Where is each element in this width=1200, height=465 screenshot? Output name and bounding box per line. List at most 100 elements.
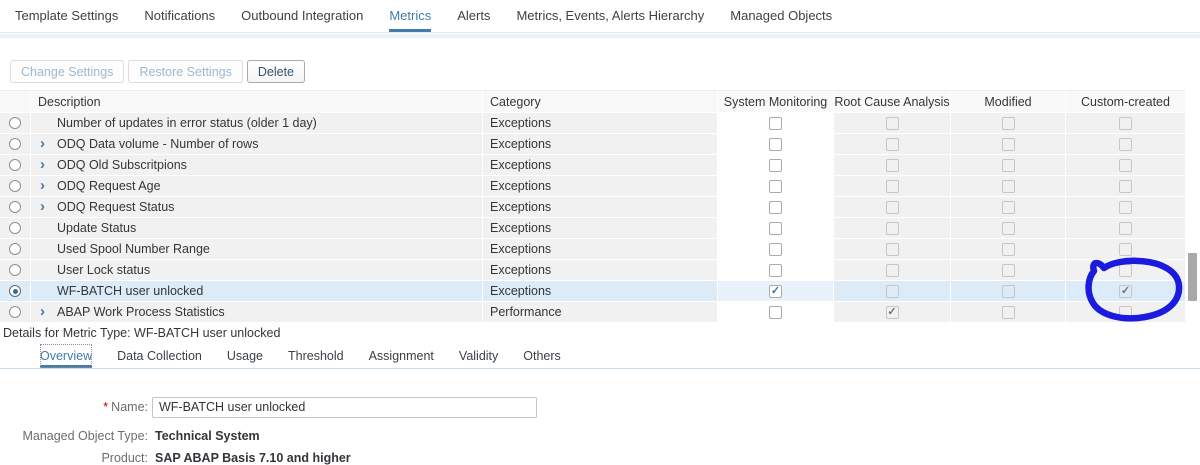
header-root-cause-analysis[interactable]: Root Cause Analysis [834,90,950,112]
category-cell: Exceptions [483,260,717,280]
row-select-cell [0,239,30,259]
expand-chevron-icon[interactable]: › [40,303,45,321]
row-radio-button[interactable] [9,138,21,150]
root-cause-analysis-checkbox [885,200,899,214]
custom-created-checkbox [1119,200,1132,214]
system-monitoring-checkbox[interactable] [769,242,782,256]
category-cell: Exceptions [483,113,717,133]
description-cell: › ODQ Request Age [31,176,482,196]
row-select-cell [0,302,30,322]
details-tab-assignment[interactable]: Assignment [369,344,434,368]
system-monitoring-checkbox[interactable] [769,263,782,277]
expand-chevron-icon[interactable]: › [40,177,45,195]
table-row[interactable]: Number of updates in error status (older… [0,113,1185,133]
row-radio-button[interactable] [9,222,21,234]
category-cell: Performance [483,302,717,322]
header-system-monitoring[interactable]: System Monitoring [718,90,833,112]
managed-object-type-label: Managed Object Type: [22,428,148,443]
modified-checkbox [1001,158,1015,172]
top-tab-metrics[interactable]: Metrics [389,0,432,32]
header-description[interactable]: Description [31,90,482,112]
row-radio-button[interactable] [9,117,21,129]
table-scrollbar[interactable] [1186,90,1200,322]
restore-settings-button[interactable]: Restore Settings [128,60,243,83]
modified-checkbox [1001,179,1015,193]
row-radio-button[interactable] [9,264,21,276]
modified-cell [951,113,1065,133]
system-monitoring-checkbox[interactable] [769,158,782,172]
table-row[interactable]: Update Status Exceptions [0,218,1185,238]
system-monitoring-checkbox[interactable] [769,116,782,130]
system-monitoring-cell [718,155,833,175]
scrollbar-thumb[interactable] [1188,253,1197,301]
row-radio-button[interactable] [9,201,21,213]
root-cause-analysis-checkbox [885,137,899,151]
details-tab-others[interactable]: Others [523,344,561,368]
change-settings-button[interactable]: Change Settings [10,60,125,83]
name-label: * Name: [103,400,148,414]
system-monitoring-checkbox[interactable] [769,221,782,235]
custom-created-cell [1066,113,1185,133]
details-tab-usage[interactable]: Usage [227,344,263,368]
root-cause-analysis-checkbox [885,116,899,130]
top-tab-metrics-events-alerts-hierarchy[interactable]: Metrics, Events, Alerts Hierarchy [516,0,704,32]
row-radio-button[interactable] [9,243,21,255]
system-monitoring-checkbox[interactable] [769,305,782,319]
table-row[interactable]: Used Spool Number Range Exceptions [0,239,1185,259]
top-tab-notifications[interactable]: Notifications [144,0,215,32]
description-cell: › ODQ Old Subscritpions [31,155,482,175]
category-cell: Exceptions [483,197,717,217]
table-row[interactable]: User Lock status Exceptions [0,260,1185,280]
product-row: Product: SAP ABAP Basis 7.10 and higher [0,450,350,465]
system-monitoring-checkbox[interactable] [769,137,782,151]
system-monitoring-cell [718,134,833,154]
system-monitoring-checkbox[interactable] [769,179,782,193]
delete-button[interactable]: Delete [246,60,305,83]
modified-cell [951,134,1065,154]
row-radio-button[interactable] [9,159,21,171]
header-modified[interactable]: Modified [951,90,1065,112]
custom-created-checkbox [1119,305,1132,319]
top-tab-managed-objects[interactable]: Managed Objects [730,0,832,32]
table-row[interactable]: › ODQ Request Age Exceptions [0,176,1185,196]
expand-chevron-icon[interactable]: › [40,198,45,216]
root-cause-analysis-checkbox [885,158,899,172]
system-monitoring-checkbox[interactable] [769,200,782,214]
category-cell: Exceptions [483,239,717,259]
row-radio-button[interactable] [9,180,21,192]
details-tab-threshold[interactable]: Threshold [288,344,344,368]
top-tab-alerts[interactable]: Alerts [457,0,490,32]
header-custom-created[interactable]: Custom-created [1066,90,1185,112]
category-cell: Exceptions [483,134,717,154]
expand-chevron-icon[interactable]: › [40,156,45,174]
header-category[interactable]: Category [483,90,717,112]
root-cause-analysis-checkbox [885,284,899,298]
details-tab-validity[interactable]: Validity [459,344,498,368]
system-monitoring-checkbox[interactable] [769,284,782,298]
row-select-cell [0,218,30,238]
table-row[interactable]: › ABAP Work Process Statistics Performance [0,302,1185,322]
custom-created-cell [1066,260,1185,280]
top-tab-outbound-integration[interactable]: Outbound Integration [241,0,363,32]
name-input[interactable] [152,396,537,418]
row-radio-button[interactable] [9,306,21,318]
modified-checkbox [1001,242,1015,256]
expand-chevron-icon[interactable]: › [40,135,45,153]
category-cell: Exceptions [483,218,717,238]
table-row[interactable]: › ODQ Old Subscritpions Exceptions [0,155,1185,175]
custom-created-cell [1066,239,1185,259]
details-tab-overview[interactable]: Overview [40,344,93,368]
table-row[interactable]: › ODQ Request Status Exceptions [0,197,1185,217]
row-select-cell [0,197,30,217]
table-row[interactable]: WF-BATCH user unlocked Exceptions [0,281,1185,301]
row-radio-button[interactable] [9,285,21,297]
description-text: User Lock status [57,263,151,277]
details-tab-data-collection[interactable]: Data Collection [117,344,202,368]
description-cell: Number of updates in error status (older… [31,113,482,133]
modified-cell [951,239,1065,259]
table-row[interactable]: › ODQ Data volume - Number of rows Excepti… [0,134,1185,154]
root-cause-analysis-cell [834,302,950,322]
description-cell: Update Status [31,218,482,238]
top-tab-template-settings[interactable]: Template Settings [15,0,118,32]
root-cause-analysis-cell [834,197,950,217]
